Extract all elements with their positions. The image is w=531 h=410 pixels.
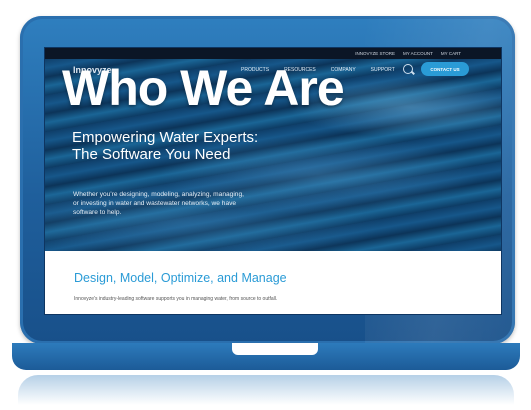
overlay-title: Who We Are (62, 60, 345, 116)
contact-us-button[interactable]: CONTACT US (421, 62, 469, 76)
nav-support[interactable]: SUPPORT (371, 67, 395, 73)
laptop-notch (232, 343, 318, 355)
utility-bar: INNOVYZE STORE MY ACCOUNT MY CART (45, 48, 501, 59)
laptop-reflection (18, 375, 514, 405)
search-icon[interactable] (403, 64, 413, 74)
hero-subtext: Whether you're designing, modeling, anal… (73, 191, 244, 216)
hero-headline: Empowering Water Experts: The Software Y… (72, 129, 259, 163)
store-link[interactable]: INNOVYZE STORE (355, 51, 395, 56)
cart-link[interactable]: MY CART (441, 51, 461, 56)
account-link[interactable]: MY ACCOUNT (403, 51, 433, 56)
section-description: Innovyze's industry-leading software sup… (74, 296, 278, 302)
section-title: Design, Model, Optimize, and Manage (74, 271, 287, 285)
